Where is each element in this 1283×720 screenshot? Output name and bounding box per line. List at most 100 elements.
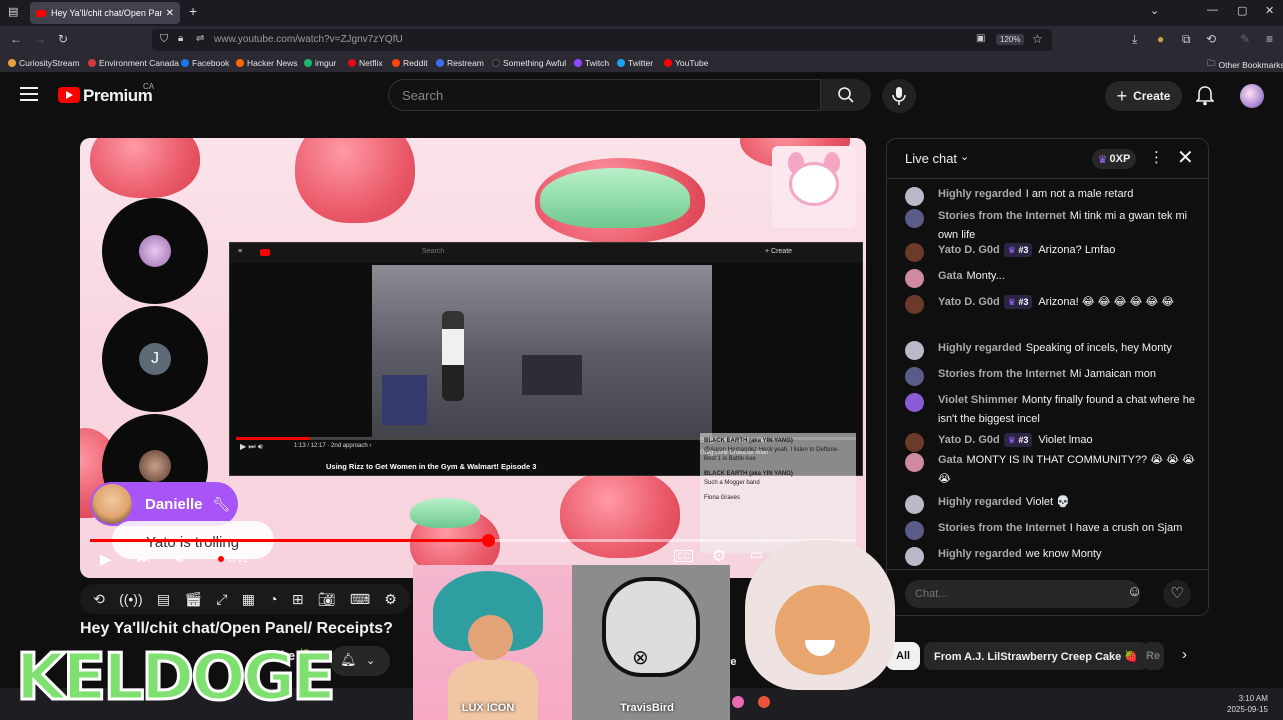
shield-icon[interactable]: ⛉ <box>160 33 168 46</box>
sync-icon[interactable]: ⟲ <box>1206 32 1216 46</box>
forward-arrow-icon[interactable]: → <box>34 32 46 46</box>
chat-author-name[interactable]: Violet Shimmer <box>938 394 1018 406</box>
chat-message[interactable]: Stories from the Internet Mi tink mi a gw… <box>905 207 1195 245</box>
chat-author-avatar[interactable] <box>905 547 924 566</box>
chat-author-name[interactable]: Yato D. G0d <box>938 434 1000 446</box>
video-player[interactable]: J ≡ Search + Create ▶ ⏭ 🔊︎ 1:13 / 12:17 … <box>80 138 866 578</box>
live-indicator[interactable]: LIVE <box>218 554 250 565</box>
chat-author-avatar[interactable] <box>905 433 924 452</box>
extension-icon[interactable]: ● <box>1157 32 1164 46</box>
broadcast-icon[interactable]: ((•)) <box>119 591 143 607</box>
chat-author-name[interactable]: Highly regarded <box>938 548 1022 560</box>
live-chat-mode-selector[interactable]: Live chat <box>905 151 957 166</box>
voice-search-button[interactable] <box>882 79 916 113</box>
chat-author-avatar[interactable] <box>905 209 924 228</box>
chat-author-name[interactable]: Yato D. G0d <box>938 296 1000 308</box>
chip-from-channel[interactable]: From A.J. LilStrawberry Creep Cake 🍓 <box>924 642 1149 670</box>
app-menu-icon[interactable]: ≡ <box>1266 32 1273 46</box>
play-icon[interactable]: ▶ <box>100 550 112 568</box>
youtube-premium-wordmark[interactable]: Premium <box>83 86 153 106</box>
chat-message[interactable]: Yato D. G0d ♛ #3 Arizona? Lmfao <box>905 241 1195 262</box>
lock-icon[interactable]: 🔒︎ <box>178 33 183 44</box>
create-button[interactable]: + Create <box>1105 81 1182 111</box>
chat-author-name[interactable]: Gata <box>938 454 962 466</box>
more-options-icon[interactable]: ⋮ <box>1149 148 1164 166</box>
clapper-icon[interactable]: 🎬︎ <box>184 591 202 608</box>
chevron-down-icon[interactable]: ⌄ <box>960 150 969 163</box>
url-text[interactable]: www.youtube.com/watch?v=ZJgnv7zYQfU <box>214 34 403 45</box>
page-permissions-icon[interactable]: ⇌ <box>196 33 204 44</box>
window-close-button[interactable]: ✕ <box>1265 4 1274 17</box>
gear-icon[interactable]: ⚙ <box>384 591 397 608</box>
picture-blocker-icon[interactable]: ▣ <box>976 33 985 44</box>
downloads-icon[interactable]: ⤓ <box>1132 32 1137 47</box>
settings-gear-icon[interactable]: ⚙ <box>712 546 726 566</box>
bookmark-youtube[interactable]: YouTube <box>664 58 708 68</box>
chat-author-name[interactable]: Stories from the Internet <box>938 368 1066 380</box>
close-chat-icon[interactable]: ✕ <box>1177 145 1194 170</box>
bookmark-twitter[interactable]: Twitter <box>617 58 653 68</box>
address-bar[interactable]: ⛉ 🔒︎ ⇌ www.youtube.com/watch?v=ZJgnv7zYQ… <box>152 29 1052 51</box>
back-arrow-icon[interactable]: ← <box>10 32 22 46</box>
chat-author-name[interactable]: Stories from the Internet <box>938 210 1066 222</box>
chevron-right-icon[interactable]: › <box>1182 646 1187 663</box>
heart-icon[interactable]: ♡ <box>1163 580 1191 608</box>
chat-message[interactable]: Highly regarded Speaking of incels, hey M… <box>905 339 1195 360</box>
extensions-puzzle-icon[interactable]: ⧉ <box>1182 32 1191 47</box>
chat-author-name[interactable]: Highly regarded <box>938 342 1022 354</box>
search-input[interactable]: Search <box>388 79 821 111</box>
bookmark-curiositystream[interactable]: CuriosityStream <box>8 58 79 68</box>
chat-message[interactable]: Stories from the Internet Mi Jamaican mon <box>905 365 1195 386</box>
chat-input[interactable] <box>905 580 1140 608</box>
chat-author-avatar[interactable] <box>905 187 924 206</box>
bookmark-hacker-news[interactable]: Hacker News <box>236 58 298 68</box>
chat-message[interactable]: Gata MONTY IS IN THAT COMMUNITY?? 😭 😭 😭 😭 <box>905 451 1195 489</box>
bookmark-something-awful[interactable]: Something Awful <box>492 58 566 68</box>
chat-author-avatar[interactable] <box>905 269 924 288</box>
bookmark-twitch[interactable]: Twitch <box>574 58 609 68</box>
taskbar-app-icon[interactable] <box>732 696 744 708</box>
keyboard-icon[interactable]: ⌨ <box>350 591 370 608</box>
resize-icon[interactable]: ⤢ <box>216 591 227 608</box>
add-screen-icon[interactable]: ⊞ <box>292 591 304 608</box>
chat-message[interactable]: Yato D. G0d ♛ #3 Violet lmao <box>905 431 1195 452</box>
bookmark-imgur[interactable]: imgur <box>304 58 336 68</box>
notifications-bell-icon[interactable] <box>1196 86 1214 106</box>
emoji-icon[interactable]: ☺ <box>1127 583 1142 600</box>
maximize-button[interactable]: ▢ <box>1237 4 1247 17</box>
list-all-tabs-icon[interactable]: ⌄ <box>1150 4 1159 17</box>
bookmark-facebook[interactable]: Facebook <box>181 58 229 68</box>
loop-icon[interactable]: ⟲ <box>93 591 105 608</box>
grid-icon[interactable]: ▦ <box>242 591 255 608</box>
bookmark-restream[interactable]: Restream <box>436 58 484 68</box>
chip-next[interactable]: Re <box>1142 642 1164 670</box>
chat-message[interactable]: Highly regarded we know Monty <box>905 545 1195 566</box>
chat-message[interactable]: Stories from the Internet I have a crush … <box>905 519 1195 540</box>
camera-icon[interactable]: 📷︎ <box>318 591 336 608</box>
chat-author-name[interactable]: Highly regarded <box>938 188 1022 200</box>
xp-badge[interactable]: ♛ 0XP <box>1092 149 1136 169</box>
volume-icon[interactable]: 🔊︎ <box>175 550 184 567</box>
chat-message-list[interactable]: Highly regarded I am not a male retard Sto… <box>887 183 1208 566</box>
zoom-level[interactable]: 120% <box>996 34 1025 45</box>
chat-message[interactable]: Violet Shimmer Monty finally found a chat… <box>905 391 1195 429</box>
chat-author-name[interactable]: Stories from the Internet <box>938 522 1066 534</box>
chat-message[interactable]: Yato D. G0d ♛ #3 Arizona! 😂 😂 😂 😂 😂 😂 <box>905 293 1195 314</box>
chat-author-avatar[interactable] <box>905 521 924 540</box>
search-button[interactable] <box>821 79 871 111</box>
chat-message[interactable]: Highly regarded Violet 💀 <box>905 493 1195 514</box>
subscription-notifications-button[interactable]: 🔔︎ ⌄ <box>330 646 390 676</box>
chat-author-avatar[interactable] <box>905 341 924 360</box>
tab-youtube[interactable]: Hey Ya'll/chit chat/Open Panel/ ✕ <box>30 2 180 24</box>
other-bookmarks[interactable]: 🗀︎ Other Bookmarks <box>1207 58 1283 72</box>
new-tab-button[interactable]: + <box>189 3 197 19</box>
guide-menu-icon[interactable] <box>20 87 38 101</box>
speed-gauge-icon[interactable]: ◔ <box>269 591 277 607</box>
pen-icon[interactable]: ✎ <box>1240 32 1250 46</box>
chat-author-avatar[interactable] <box>905 393 924 412</box>
bookmark-star-icon[interactable]: ☆ <box>1032 32 1043 46</box>
youtube-logo-icon[interactable] <box>58 87 80 103</box>
reload-icon[interactable]: ↻ <box>58 32 68 46</box>
bookmark-environment-canada[interactable]: Environment Canada <box>88 58 179 68</box>
chat-message[interactable]: Gata Monty... <box>905 267 1195 288</box>
